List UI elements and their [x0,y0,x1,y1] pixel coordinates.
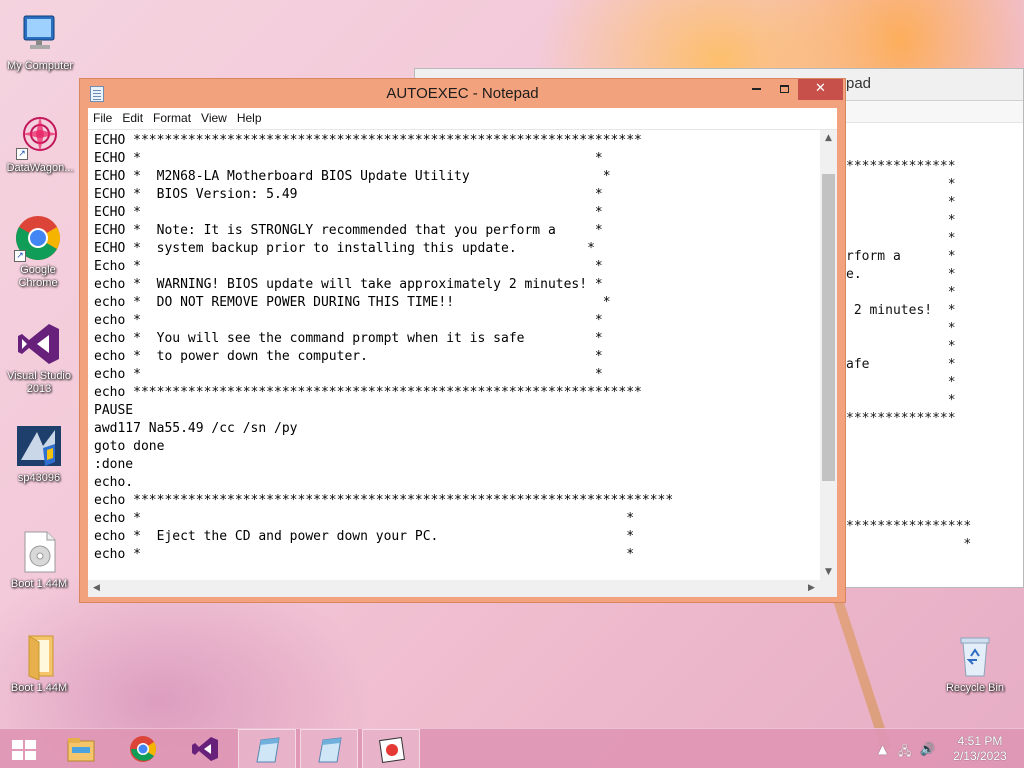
scroll-left-icon[interactable]: ◀ [88,580,105,597]
minimize-button[interactable] [742,79,770,100]
chrome-icon: ↗ [14,214,62,262]
menu-format[interactable]: Format [148,108,196,129]
window-title: AUTOEXEC - Notepad [386,85,539,102]
menu-bar: File Edit Format View Help [88,108,837,129]
background-window-title: pad [846,75,872,92]
background-window-text: ************** * * * * rform a * e. * * … [846,159,972,552]
desktop-icon-boot-folder[interactable]: Boot 1.44M [1,632,77,695]
chrome-icon [130,736,157,762]
notepad-icon [318,737,342,763]
desktop-icon-label: sp43096 [17,472,61,484]
recycle-bin-icon [951,632,999,680]
installer-icon [15,422,63,470]
desktop-icon-label: Recycle Bin [945,682,1005,694]
close-icon: ✕ [815,81,826,96]
desktop-icon-sp43096[interactable]: sp43096 [1,422,77,485]
taskbar-notepad-2[interactable] [300,729,358,768]
menu-view[interactable]: View [196,108,232,129]
clock-date: 2/13/2023 [953,749,1007,763]
shortcut-arrow-icon: ↗ [14,250,26,262]
paint-icon [379,737,405,763]
maximize-button[interactable] [770,79,798,100]
close-button[interactable]: ✕ [798,79,843,100]
menu-file[interactable]: File [88,108,117,129]
editor-text-content[interactable]: ECHO ***********************************… [94,132,818,579]
taskbar-visual-studio[interactable] [176,729,234,768]
notepad-icon [256,737,280,763]
desktop-icon-google-chrome[interactable]: ↗ Google Chrome [0,214,76,290]
folder-icon [15,632,63,681]
desktop-icon-label: Google Chrome [18,264,58,289]
folder-icon [67,738,95,762]
taskbar-paint[interactable] [362,729,420,768]
desktop-icon-boot-img[interactable]: Boot 1.44M [1,528,77,591]
desktop-icon-label: DataWagon... [6,162,74,174]
taskbar-chrome[interactable] [114,729,172,768]
visual-studio-icon [15,320,63,368]
visual-studio-icon [192,737,218,761]
maximize-icon [779,84,789,93]
vertical-scroll-thumb[interactable] [822,174,835,481]
horizontal-scrollbar[interactable]: ◀ ▶ [88,580,820,597]
desktop-icon-label: My Computer [6,60,74,72]
minimize-icon [751,87,761,90]
scroll-down-icon[interactable]: ▼ [820,564,837,581]
scrollbar-corner [820,580,837,597]
network-icon[interactable]: 🖧 [898,742,911,763]
desktop-icon-visual-studio[interactable]: Visual Studio 2013 [1,320,77,396]
desktop-icon-my-computer[interactable]: My Computer [2,10,78,73]
notepad-window[interactable]: AUTOEXEC - Notepad ✕ File Edit Format View H… [79,78,846,603]
desktop-icon-label: Visual Studio 2013 [6,370,71,395]
menu-edit[interactable]: Edit [117,108,148,129]
scroll-up-icon[interactable]: ▲ [820,130,837,147]
menu-help[interactable]: Help [232,108,267,129]
notepad-titlebar[interactable]: AUTOEXEC - Notepad ✕ [80,79,845,108]
windows-logo-icon [12,740,38,760]
clock-time: 4:51 PM [957,734,1003,748]
desktop-icon-datawagon[interactable]: ↗ DataWagon... [2,112,78,175]
desktop-icon-label: Boot 1.44M [10,682,68,694]
clock[interactable]: 4:51 PM 2/13/2023 [940,734,1020,764]
vertical-scrollbar[interactable]: ▲ ▼ [820,130,837,581]
taskbar-notepad-1[interactable] [238,729,296,768]
desktop-icon-label: Boot 1.44M [10,578,68,590]
taskbar: ▲ 🖧 🔊 4:51 PM 2/13/2023 [0,728,1024,768]
scroll-right-icon[interactable]: ▶ [803,580,820,597]
shortcut-arrow-icon: ↗ [16,148,28,160]
start-button[interactable] [0,729,48,768]
show-hidden-icons-icon[interactable]: ▲ [878,742,887,756]
disk-image-icon [15,528,63,576]
datawagon-icon: ↗ [16,112,64,160]
desktop-icon-recycle-bin[interactable]: Recycle Bin [937,632,1013,695]
computer-icon [16,10,64,58]
text-editor[interactable]: ECHO ***********************************… [88,129,837,597]
volume-icon[interactable]: 🔊 [920,742,935,756]
taskbar-file-explorer[interactable] [52,729,110,768]
